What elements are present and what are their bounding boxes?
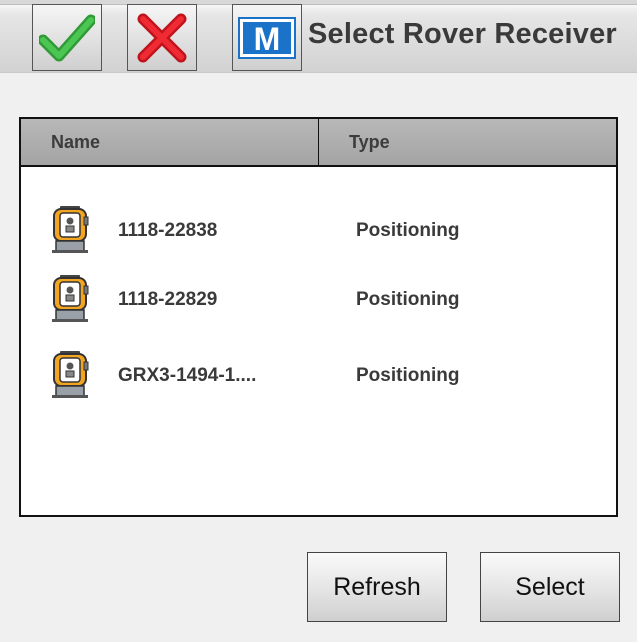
table-header: Name Type xyxy=(21,119,616,167)
receiver-name: GRX3-1494-1.... xyxy=(118,365,257,386)
select-button[interactable]: Select xyxy=(480,552,620,622)
table-row[interactable]: 1118-22829 Positioning xyxy=(21,268,616,328)
table-row[interactable]: GRX3-1494-1.... Positioning xyxy=(21,344,616,404)
receiver-name: 1118-22838 xyxy=(118,220,218,241)
menu-letter: M xyxy=(254,21,281,57)
title-bar: M Select Rover Receiver xyxy=(0,0,637,73)
accept-button[interactable] xyxy=(32,4,102,71)
total-station-icon xyxy=(50,273,90,328)
menu-button[interactable]: M xyxy=(232,4,302,71)
page-title: Select Rover Receiver xyxy=(308,18,617,50)
table-row[interactable]: 1118-22838 Positioning xyxy=(21,199,616,259)
receiver-table: Name Type 1118-22838 Positioning 1118-22… xyxy=(19,117,618,517)
receiver-type: Positioning xyxy=(356,289,460,310)
receiver-type: Positioning xyxy=(356,220,460,241)
column-header-name[interactable]: Name xyxy=(51,119,100,165)
m-logo-icon: M xyxy=(238,16,296,59)
column-divider[interactable] xyxy=(318,119,319,165)
cancel-button[interactable] xyxy=(127,4,197,71)
total-station-icon xyxy=(50,349,90,404)
receiver-type: Positioning xyxy=(356,365,460,386)
refresh-button[interactable]: Refresh xyxy=(307,552,447,622)
green-checkmark-icon xyxy=(39,12,95,64)
total-station-icon xyxy=(50,204,90,259)
red-x-icon xyxy=(135,11,189,65)
receiver-name: 1118-22829 xyxy=(118,289,218,310)
column-header-type[interactable]: Type xyxy=(349,119,390,165)
